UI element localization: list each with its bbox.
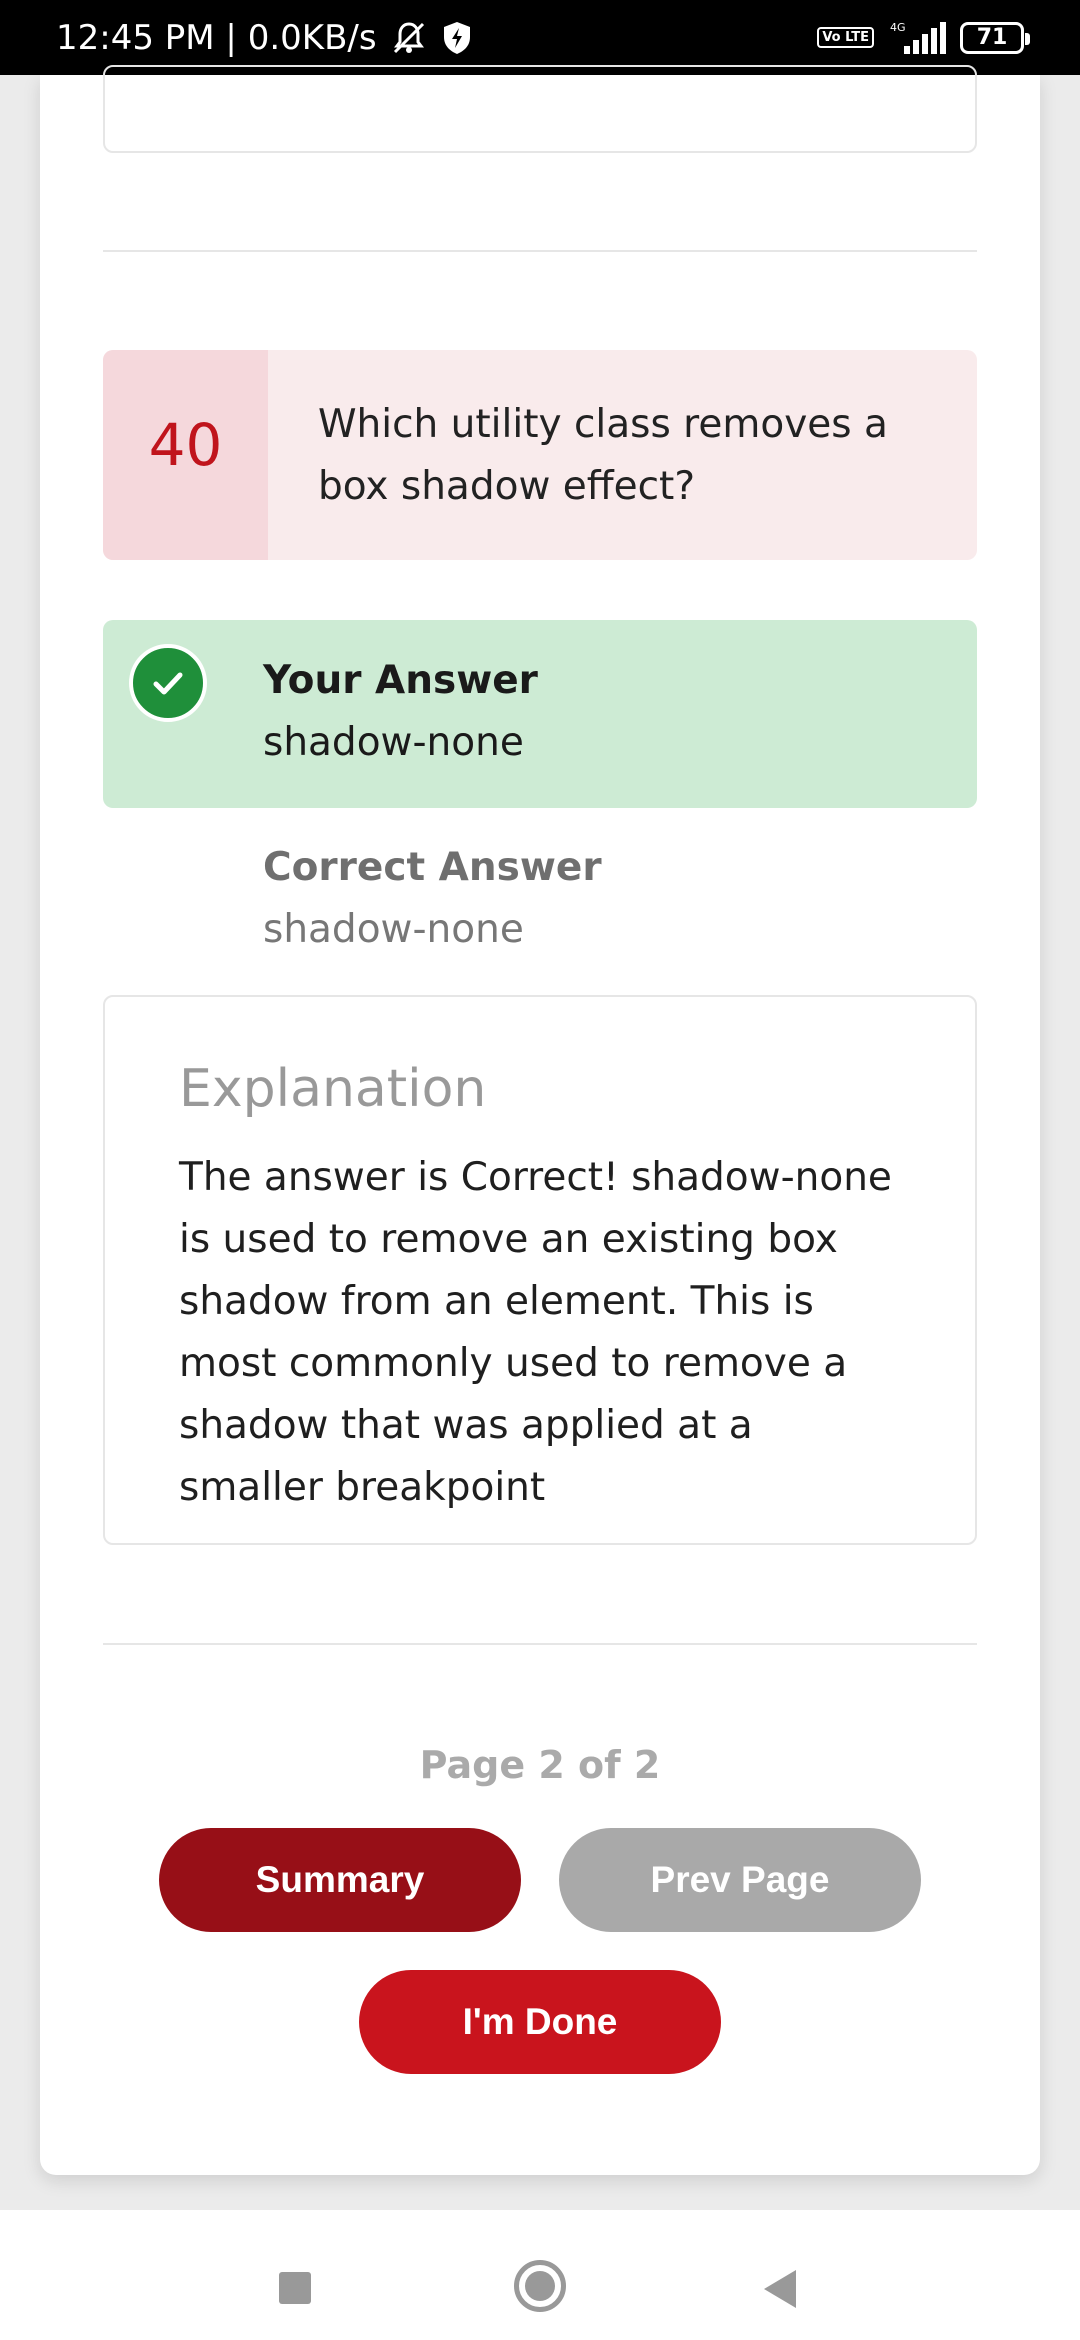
status-bar: 12:45 PM | 0.0KB/s Vo LTE 4G 71 — [0, 0, 1080, 75]
page-indicator: Page 2 of 2 — [419, 1743, 661, 1787]
back-triangle-icon[interactable] — [764, 2270, 796, 2308]
your-answer-label: Your Answer — [263, 658, 538, 703]
explanation-box: Explanation The answer is Correct! shado… — [103, 995, 977, 1545]
shield-bolt-icon — [441, 20, 473, 56]
question-block: 40 Which utility class removes a box sha… — [103, 350, 977, 560]
home-circle-icon[interactable] — [514, 2260, 566, 2312]
signal-icon: 4G — [888, 20, 946, 56]
your-answer-value: shadow-none — [263, 720, 524, 765]
previous-explanation-box — [103, 65, 977, 153]
mute-bell-icon — [389, 18, 429, 58]
summary-button[interactable]: Summary — [159, 1828, 521, 1932]
check-icon — [129, 644, 207, 722]
correct-answer-label: Correct Answer — [263, 845, 602, 890]
question-text: Which utility class removes a box shadow… — [318, 402, 888, 509]
battery-level: 71 — [976, 25, 1008, 50]
question-number: 40 — [103, 350, 268, 560]
explanation-text: The answer is Correct! shadow-none is us… — [179, 1155, 892, 1510]
correct-answer-value: shadow-none — [263, 907, 524, 952]
divider — [103, 250, 977, 252]
svg-text:4G: 4G — [890, 21, 906, 34]
time-speed-text: 12:45 PM | 0.0KB/s — [56, 17, 377, 58]
recents-square-icon[interactable] — [279, 2272, 311, 2304]
your-answer-block: Your Answer shadow-none — [103, 620, 977, 808]
done-button[interactable]: I'm Done — [359, 1970, 721, 2074]
system-nav-bar — [0, 2210, 1080, 2340]
volte-icon: Vo LTE — [817, 27, 874, 48]
prev-page-button[interactable]: Prev Page — [559, 1828, 921, 1932]
battery-icon: 71 — [960, 21, 1030, 54]
divider — [103, 1643, 977, 1645]
explanation-title: Explanation — [179, 1059, 487, 1119]
quiz-results-card: 40 Which utility class removes a box sha… — [40, 65, 1040, 2175]
